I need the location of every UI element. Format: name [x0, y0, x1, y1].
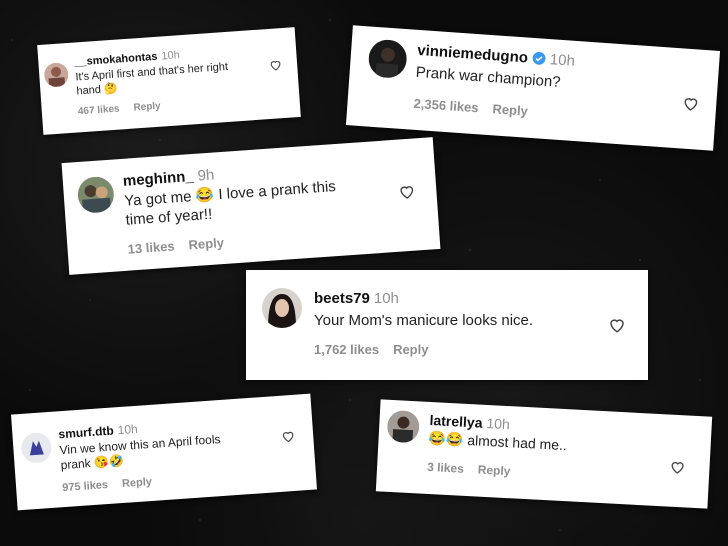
- avatar[interactable]: [20, 431, 53, 464]
- username[interactable]: vinniemedugno: [417, 42, 529, 67]
- timestamp: 9h: [197, 166, 215, 185]
- reply-button[interactable]: Reply: [122, 476, 153, 490]
- comment-meta: 13 likes Reply: [127, 224, 387, 257]
- likes-count[interactable]: 1,762 likes: [314, 342, 379, 357]
- avatar[interactable]: [262, 288, 302, 328]
- verified-badge-icon: [531, 51, 546, 70]
- timestamp: 10h: [161, 49, 181, 63]
- heart-outline-icon[interactable]: [398, 183, 416, 201]
- comment-card-vinniemedugno: vinniemedugno 10h Prank war champion? 2,3…: [345, 25, 721, 151]
- reply-button[interactable]: Reply: [477, 462, 510, 478]
- comment-meta: 1,762 likes Reply: [314, 342, 614, 357]
- timestamp: 10h: [117, 421, 139, 438]
- avatar[interactable]: [43, 62, 70, 88]
- comment-text-line: Your Mom's manicure looks nice.: [314, 312, 534, 329]
- heart-outline-icon[interactable]: [669, 459, 686, 476]
- comment-card-latrellya: latrellya 10h 😂😂 almost had me.. 3 likes R…: [375, 399, 713, 509]
- avatar[interactable]: [367, 38, 408, 80]
- avatar[interactable]: [386, 409, 421, 444]
- comment-text: Your Mom's manicure looks nice.: [314, 311, 614, 330]
- reply-button[interactable]: Reply: [492, 101, 528, 118]
- timestamp: 10h: [549, 51, 576, 70]
- comment-meta: 3 likes Reply: [427, 460, 667, 487]
- timestamp: 10h: [373, 290, 399, 307]
- comment-card-smokahontas: __smokahontas 10h It's April first and th…: [37, 27, 301, 135]
- comment-meta: 2,356 likes Reply: [413, 96, 673, 129]
- likes-count[interactable]: 3 likes: [427, 460, 464, 476]
- reply-button[interactable]: Reply: [393, 342, 428, 357]
- username[interactable]: latrellya: [429, 412, 483, 431]
- timestamp: 10h: [486, 414, 511, 433]
- username[interactable]: smurf.dtb: [58, 423, 114, 441]
- avatar[interactable]: [76, 175, 116, 215]
- comment-header: beets79 10h: [314, 290, 614, 307]
- heart-outline-icon[interactable]: [281, 429, 296, 444]
- username[interactable]: meghinn_: [122, 168, 194, 190]
- reply-button[interactable]: Reply: [133, 101, 161, 114]
- comment-meta: 467 likes Reply: [78, 93, 268, 118]
- likes-count[interactable]: 975 likes: [62, 479, 109, 494]
- likes-count[interactable]: 13 likes: [127, 239, 175, 257]
- heart-outline-icon[interactable]: [682, 94, 700, 112]
- username[interactable]: beets79: [314, 290, 370, 307]
- comment-card-smurf-dtb: smurf.dtb 10h Vin we know this an April f…: [11, 393, 317, 511]
- comment-card-meghinn: meghinn_ 9h Ya got me 😂 I love a prank th…: [61, 137, 441, 275]
- reply-button[interactable]: Reply: [188, 235, 224, 252]
- comment-card-beets79: beets79 10h Your Mom's manicure looks nic…: [246, 270, 648, 380]
- heart-outline-icon[interactable]: [608, 316, 626, 334]
- heart-outline-icon[interactable]: [269, 58, 283, 72]
- likes-count[interactable]: 467 likes: [78, 104, 120, 118]
- likes-count[interactable]: 2,356 likes: [413, 96, 479, 116]
